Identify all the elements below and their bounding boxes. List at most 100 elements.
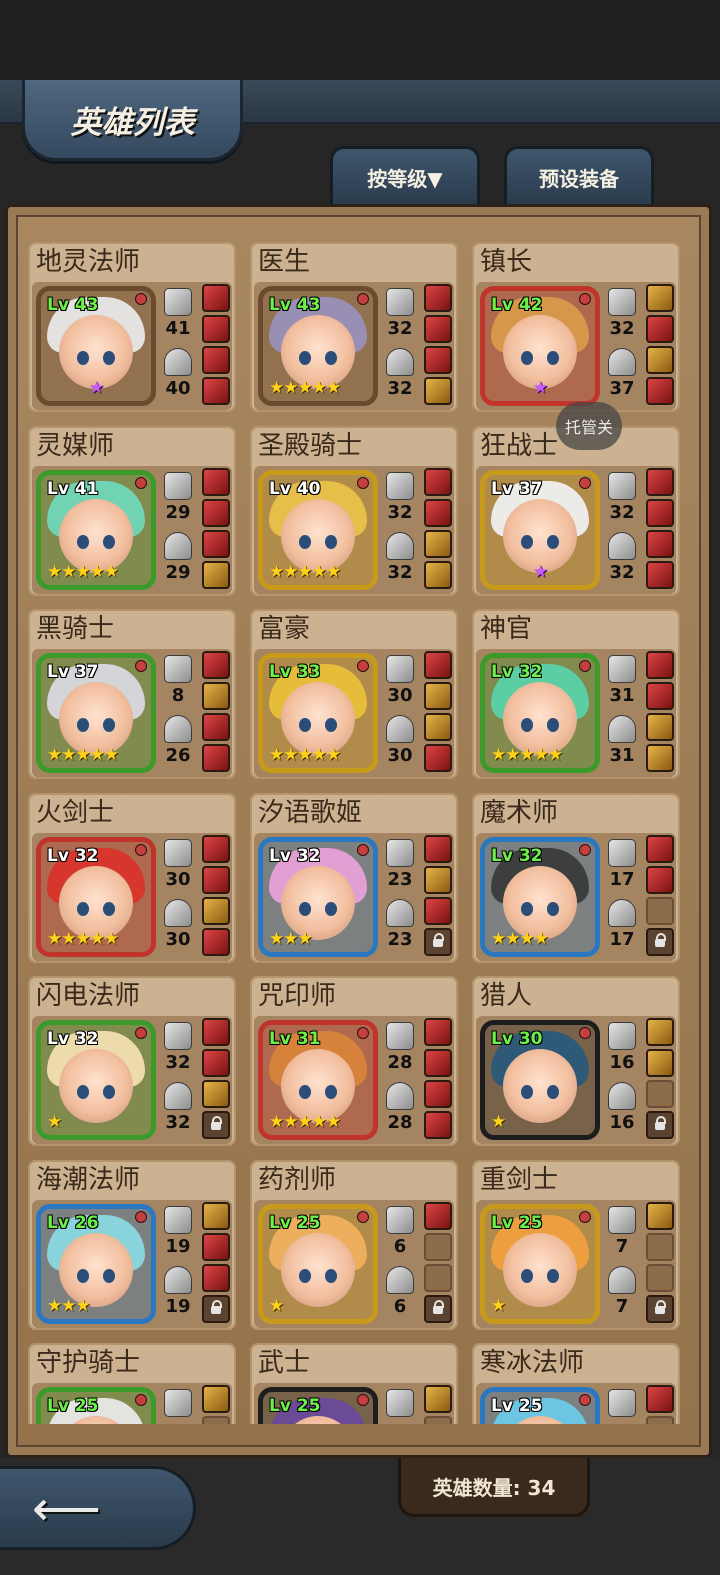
hero-card[interactable]: 海潮法师 Lv 26 ★★★ 19 19 — [28, 1160, 236, 1330]
equipment-slot[interactable] — [202, 561, 230, 589]
lock-icon[interactable] — [202, 1111, 230, 1139]
hero-card[interactable]: 富豪 Lv 33 ★★★★★ 30 30 — [250, 609, 458, 779]
equipment-slot[interactable] — [202, 713, 230, 741]
equipment-slot[interactable] — [202, 897, 230, 925]
hero-card[interactable]: 药剂师 Lv 25 ★ 6 6 — [250, 1160, 458, 1330]
hero-card[interactable]: 狂战士 Lv 37 ★ 32 32 — [472, 426, 680, 596]
equipment-slot[interactable] — [424, 468, 452, 496]
hero-card[interactable]: 闪电法师 Lv 32 ★ 32 32 — [28, 976, 236, 1146]
hero-card[interactable]: 魔术师 Lv 32 ★★★★ 17 17 — [472, 793, 680, 963]
empty-equipment-slot[interactable] — [646, 1416, 674, 1424]
equipment-slot[interactable] — [202, 1385, 230, 1413]
equipment-slot[interactable] — [424, 1111, 452, 1139]
equipment-slot[interactable] — [202, 1018, 230, 1046]
equipment-slot[interactable] — [646, 315, 674, 343]
equipment-slot[interactable] — [424, 866, 452, 894]
hero-portrait[interactable]: Lv 32 ★★★ — [258, 837, 378, 957]
hero-card[interactable]: 镇长 Lv 42 ★ 32 37 — [472, 242, 680, 412]
equipment-slot[interactable] — [424, 499, 452, 527]
equipment-slot[interactable] — [646, 866, 674, 894]
equipment-slot[interactable] — [424, 651, 452, 679]
hero-portrait[interactable]: Lv 32 ★★★★ — [480, 837, 600, 957]
equipment-slot[interactable] — [424, 835, 452, 863]
equipment-slot[interactable] — [424, 897, 452, 925]
hero-card[interactable]: 灵媒师 Lv 41 ★★★★★ 29 29 — [28, 426, 236, 596]
lock-icon[interactable] — [646, 1111, 674, 1139]
hero-portrait[interactable]: Lv 32 ★★★★★ — [36, 837, 156, 957]
equipment-slot[interactable] — [202, 1202, 230, 1230]
equipment-slot[interactable] — [202, 682, 230, 710]
empty-equipment-slot[interactable] — [646, 1264, 674, 1292]
hero-portrait[interactable]: Lv 30 ★ — [480, 1020, 600, 1140]
back-button[interactable]: ⟵ — [0, 1466, 196, 1550]
equipment-slot[interactable] — [646, 1202, 674, 1230]
hero-portrait[interactable]: Lv 43 ★★★★★ — [258, 286, 378, 406]
hero-portrait[interactable]: Lv 37 ★ — [480, 470, 600, 590]
equipment-slot[interactable] — [646, 682, 674, 710]
hero-portrait[interactable]: Lv 25 — [480, 1387, 600, 1424]
equipment-slot[interactable] — [424, 315, 452, 343]
equipment-slot[interactable] — [646, 499, 674, 527]
hero-card[interactable]: 武士 Lv 25 — [250, 1343, 458, 1424]
empty-equipment-slot[interactable] — [202, 1416, 230, 1424]
empty-equipment-slot[interactable] — [646, 1080, 674, 1108]
equipment-slot[interactable] — [202, 1264, 230, 1292]
hero-card[interactable]: 守护骑士 Lv 25 — [28, 1343, 236, 1424]
hero-card[interactable]: 圣殿骑士 Lv 40 ★★★★★ 32 32 — [250, 426, 458, 596]
equipment-slot[interactable] — [424, 744, 452, 772]
equipment-slot[interactable] — [202, 377, 230, 405]
equipment-slot[interactable] — [424, 1385, 452, 1413]
hero-card[interactable]: 黑骑士 Lv 37 ★★★★★ 8 26 — [28, 609, 236, 779]
equipment-slot[interactable] — [202, 346, 230, 374]
equipment-slot[interactable] — [646, 284, 674, 312]
equipment-slot[interactable] — [646, 835, 674, 863]
equipment-slot[interactable] — [424, 1018, 452, 1046]
hero-portrait[interactable]: Lv 25 ★ — [258, 1204, 378, 1324]
equipment-slot[interactable] — [646, 713, 674, 741]
hero-card[interactable]: 神官 Lv 32 ★★★★★ 31 31 — [472, 609, 680, 779]
hero-portrait[interactable]: Lv 31 ★★★★★ — [258, 1020, 378, 1140]
equipment-slot[interactable] — [424, 713, 452, 741]
empty-equipment-slot[interactable] — [424, 1416, 452, 1424]
lock-icon[interactable] — [646, 928, 674, 956]
equipment-slot[interactable] — [202, 866, 230, 894]
hero-portrait[interactable]: Lv 40 ★★★★★ — [258, 470, 378, 590]
equipment-slot[interactable] — [202, 284, 230, 312]
equipment-slot[interactable] — [202, 499, 230, 527]
equipment-slot[interactable] — [646, 346, 674, 374]
hero-portrait[interactable]: Lv 32 ★★★★★ — [480, 653, 600, 773]
hero-card[interactable]: 咒印师 Lv 31 ★★★★★ 28 28 — [250, 976, 458, 1146]
equipment-slot[interactable] — [424, 561, 452, 589]
hero-portrait[interactable]: Lv 32 ★ — [36, 1020, 156, 1140]
tab-sort-by-level[interactable]: 按等级▼ — [330, 146, 480, 205]
hero-portrait[interactable]: Lv 43 ★ — [36, 286, 156, 406]
hero-card[interactable]: 猎人 Lv 30 ★ 16 16 — [472, 976, 680, 1146]
hero-portrait[interactable]: Lv 37 ★★★★★ — [36, 653, 156, 773]
equipment-slot[interactable] — [646, 1018, 674, 1046]
equipment-slot[interactable] — [424, 284, 452, 312]
equipment-slot[interactable] — [646, 744, 674, 772]
auto-battle-tooltip[interactable]: 托管关 — [556, 402, 622, 450]
hero-card[interactable]: 寒冰法师 Lv 25 — [472, 1343, 680, 1424]
equipment-slot[interactable] — [424, 682, 452, 710]
hero-portrait[interactable]: Lv 41 ★★★★★ — [36, 470, 156, 590]
equipment-slot[interactable] — [202, 468, 230, 496]
hero-card[interactable]: 医生 Lv 43 ★★★★★ 32 32 — [250, 242, 458, 412]
hero-portrait[interactable]: Lv 25 — [258, 1387, 378, 1424]
lock-icon[interactable] — [202, 1295, 230, 1323]
equipment-slot[interactable] — [424, 377, 452, 405]
equipment-slot[interactable] — [202, 530, 230, 558]
hero-portrait[interactable]: Lv 26 ★★★ — [36, 1204, 156, 1324]
hero-portrait[interactable]: Lv 25 ★ — [480, 1204, 600, 1324]
empty-equipment-slot[interactable] — [424, 1233, 452, 1261]
equipment-slot[interactable] — [646, 651, 674, 679]
equipment-slot[interactable] — [646, 377, 674, 405]
equipment-slot[interactable] — [646, 1049, 674, 1077]
lock-icon[interactable] — [424, 1295, 452, 1323]
equipment-slot[interactable] — [202, 928, 230, 956]
hero-portrait[interactable]: Lv 42 ★ — [480, 286, 600, 406]
equipment-slot[interactable] — [424, 530, 452, 558]
equipment-slot[interactable] — [202, 1049, 230, 1077]
tab-preset-equipment[interactable]: 预设装备 — [504, 146, 654, 205]
lock-icon[interactable] — [646, 1295, 674, 1323]
